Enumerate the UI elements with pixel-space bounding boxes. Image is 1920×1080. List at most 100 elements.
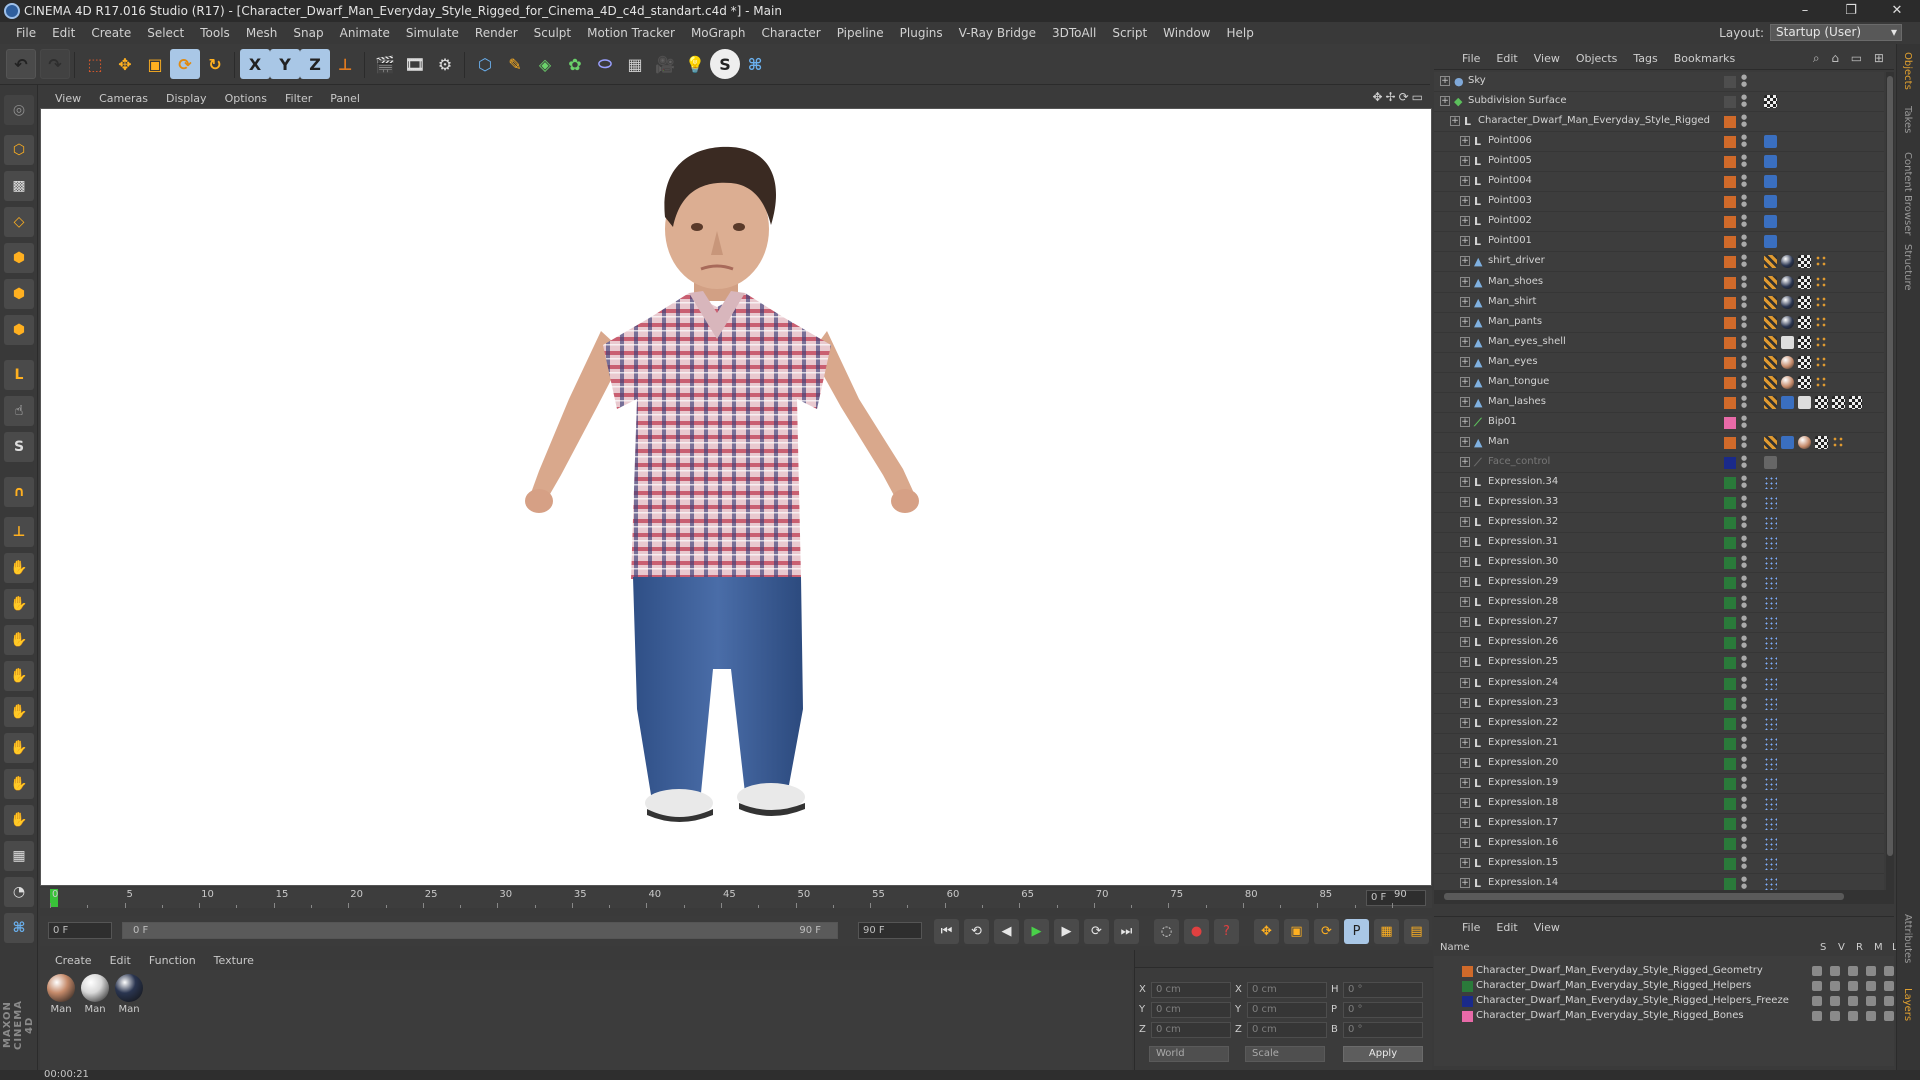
coordinate-system-icon[interactable]: ⊥ xyxy=(330,49,360,79)
layer-color-swatch[interactable] xyxy=(1462,996,1473,1007)
expand-toggle-icon[interactable]: + xyxy=(1460,537,1470,548)
object-tag-check-icon[interactable] xyxy=(1798,335,1811,349)
visibility-dots-icon[interactable]: ● ● xyxy=(1741,114,1747,128)
object-tag-check-icon[interactable] xyxy=(1798,375,1811,389)
object-tag-dots-icon[interactable] xyxy=(1815,275,1828,289)
viewport-menu-filter[interactable]: Filter xyxy=(276,92,321,105)
object-row[interactable]: + ▲ Man_pants ● ● xyxy=(1434,313,1884,333)
close-button[interactable]: ✕ xyxy=(1874,0,1920,22)
object-row[interactable]: + L Point004 ● ● xyxy=(1434,172,1884,193)
object-tag-check-icon[interactable] xyxy=(1832,395,1845,409)
layer-color-swatch[interactable] xyxy=(1462,1011,1473,1022)
key-scale-icon[interactable]: ▣ xyxy=(1284,919,1309,944)
object-menu-edit[interactable]: Edit xyxy=(1488,52,1525,65)
object-tag-dots-icon[interactable] xyxy=(1832,435,1845,449)
tweak-mode-icon[interactable]: ☝ xyxy=(4,396,34,426)
layer-column-v[interactable]: V xyxy=(1838,942,1845,953)
layer-color-swatch[interactable] xyxy=(1724,96,1736,109)
visibility-dots-icon[interactable]: ● ● xyxy=(1741,515,1747,529)
layer-row[interactable]: Character_Dwarf_Man_Everyday_Style_Rigge… xyxy=(1434,964,1894,979)
scale-tool-icon[interactable]: ▣ xyxy=(140,49,170,79)
layer-color-swatch[interactable] xyxy=(1724,597,1736,610)
side-tab-takes[interactable]: Takes xyxy=(1902,106,1913,133)
uv-grid-icon[interactable]: ▦ xyxy=(4,841,34,871)
menu-sculpt[interactable]: Sculpt xyxy=(526,26,579,40)
visibility-dots-icon[interactable]: ● ● xyxy=(1741,354,1747,369)
layer-flag-toggle-icon[interactable] xyxy=(1812,996,1822,1006)
layer-flag-toggle-icon[interactable] xyxy=(1884,1011,1894,1021)
sculpt-pinch-icon[interactable]: ✋ xyxy=(4,733,34,763)
layer-color-swatch[interactable] xyxy=(1724,316,1736,329)
visibility-dots-icon[interactable]: ● ● xyxy=(1741,635,1747,649)
layer-color-swatch[interactable] xyxy=(1724,216,1736,229)
object-tag-expr-icon[interactable] xyxy=(1764,636,1777,650)
coord-value-field[interactable]: 0 cm xyxy=(1247,982,1327,998)
layer-column-m[interactable]: M xyxy=(1874,942,1883,953)
object-tag-grid-icon[interactable] xyxy=(1764,275,1777,289)
object-tag-white-icon[interactable] xyxy=(1798,395,1811,409)
layer-flag-toggle-icon[interactable] xyxy=(1830,1011,1840,1021)
python-icon[interactable]: ⌘ xyxy=(740,49,770,79)
object-row[interactable]: + ▲ Man_shoes ● ● xyxy=(1434,273,1884,293)
floor-scene-icon[interactable]: ▦ xyxy=(620,49,650,79)
material-menu-function[interactable]: Function xyxy=(140,954,205,967)
visibility-dots-icon[interactable]: ● ● xyxy=(1741,555,1747,569)
layer-color-swatch[interactable] xyxy=(1724,477,1736,489)
expand-toggle-icon[interactable]: + xyxy=(1460,597,1470,608)
object-row[interactable]: + ⟋ Face_control ● ● xyxy=(1434,453,1884,473)
object-tag-ball-icon[interactable] xyxy=(1781,255,1794,269)
object-tag-expr-icon[interactable] xyxy=(1764,516,1777,530)
object-tag-check-icon[interactable] xyxy=(1849,395,1862,409)
expand-toggle-icon[interactable]: + xyxy=(1460,276,1470,287)
object-tag-expr-icon[interactable] xyxy=(1764,736,1777,750)
object-tag-expr-icon[interactable] xyxy=(1764,776,1777,790)
sculpt-pull-icon[interactable]: ✋ xyxy=(4,589,34,619)
expand-toggle-icon[interactable]: + xyxy=(1460,617,1470,628)
layer-color-swatch[interactable] xyxy=(1724,356,1736,369)
menu-file[interactable]: File xyxy=(8,26,44,40)
layer-flag-toggle-icon[interactable] xyxy=(1830,981,1840,991)
object-row[interactable]: + L Expression.26 ● ● xyxy=(1434,633,1884,654)
model-mode-icon[interactable]: ⬡ xyxy=(4,135,34,165)
layer-color-swatch[interactable] xyxy=(1724,196,1736,209)
expand-toggle-icon[interactable]: + xyxy=(1460,396,1470,407)
expand-toggle-icon[interactable]: + xyxy=(1460,196,1470,207)
object-tag-expr-icon[interactable] xyxy=(1764,576,1777,590)
layer-color-swatch[interactable] xyxy=(1724,757,1736,770)
layer-menu-view[interactable]: View xyxy=(1526,921,1568,934)
object-tag-pin-icon[interactable] xyxy=(1764,135,1777,149)
visibility-dots-icon[interactable]: ● ● xyxy=(1741,495,1747,509)
object-row[interactable]: + L Expression.33 ● ● xyxy=(1434,493,1884,514)
object-menu-objects[interactable]: Objects xyxy=(1568,52,1626,65)
expand-toggle-icon[interactable]: + xyxy=(1460,637,1470,648)
object-tag-expr-icon[interactable] xyxy=(1764,877,1777,890)
object-tag-pin-icon[interactable] xyxy=(1764,175,1777,189)
viewport-navigation-icons[interactable]: ✥✢⟳▭ xyxy=(1372,90,1426,104)
workplane-mode-icon[interactable]: ◇ xyxy=(4,207,34,237)
material-swatch[interactable]: Man xyxy=(114,974,144,1015)
coord-value-field[interactable]: 0 cm xyxy=(1151,1002,1231,1018)
layer-flag-toggle-icon[interactable] xyxy=(1884,996,1894,1006)
expand-toggle-icon[interactable]: + xyxy=(1460,697,1470,708)
object-tag-check-icon[interactable] xyxy=(1798,295,1811,309)
material-menu-edit[interactable]: Edit xyxy=(101,954,140,967)
start-frame-field[interactable]: 0 F xyxy=(48,922,112,939)
key-parameter-icon[interactable]: P xyxy=(1344,919,1369,944)
object-row[interactable]: + ⟋ Bip01 ● ● xyxy=(1434,413,1884,433)
visibility-dots-icon[interactable]: ● ● xyxy=(1741,74,1747,88)
object-tag-expr-icon[interactable] xyxy=(1764,496,1777,510)
object-row[interactable]: + L Expression.27 ● ● xyxy=(1434,613,1884,634)
layer-color-swatch[interactable] xyxy=(1724,116,1736,129)
layer-flag-toggle-icon[interactable] xyxy=(1812,1011,1822,1021)
object-row[interactable]: + L Expression.17 ● ● xyxy=(1434,814,1884,834)
object-tag-grid-icon[interactable] xyxy=(1764,335,1777,349)
menu-plugins[interactable]: Plugins xyxy=(892,26,951,40)
polygons-mode-icon[interactable]: ⬢ xyxy=(4,315,34,345)
object-tag-check-icon[interactable] xyxy=(1815,435,1828,449)
visibility-dots-icon[interactable]: ● ● xyxy=(1741,855,1747,870)
axis-mode-icon[interactable]: L xyxy=(4,360,34,390)
expand-toggle-icon[interactable]: + xyxy=(1460,356,1470,367)
material-swatch[interactable]: Man xyxy=(80,974,110,1015)
viewport-menu-panel[interactable]: Panel xyxy=(321,92,369,105)
layer-column-s[interactable]: S xyxy=(1820,942,1826,953)
